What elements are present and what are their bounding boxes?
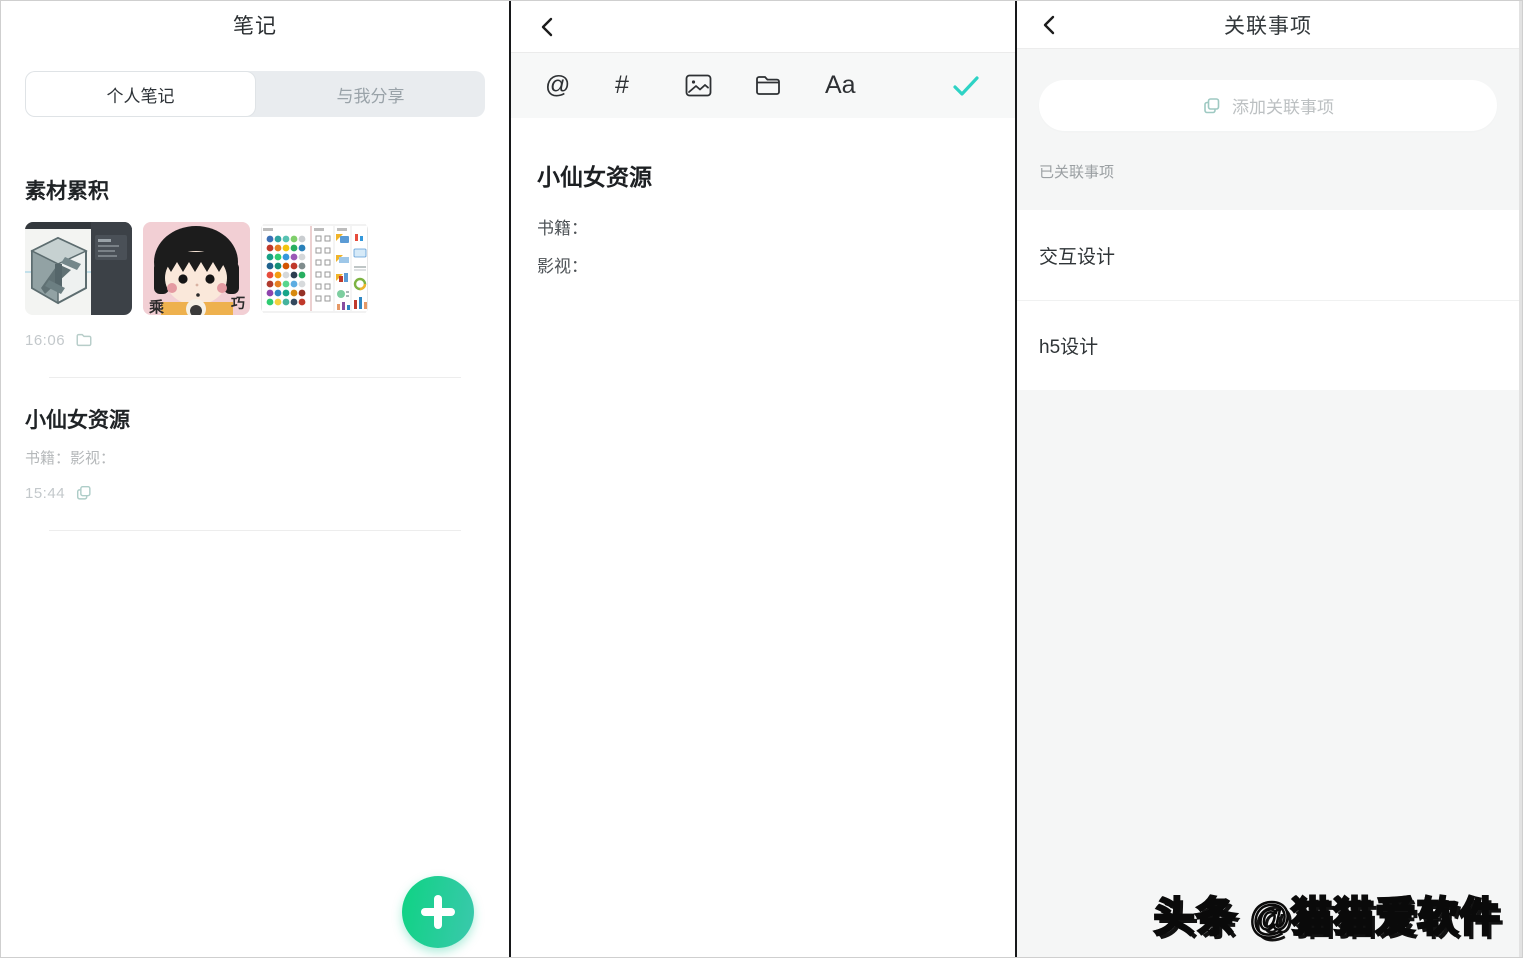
note-editor-panel: @ # Aa [511, 1, 1015, 957]
tab-shared-with-me-label: 与我分享 [337, 82, 405, 107]
notes-tab-bar: 个人笔记 与我分享 [25, 71, 485, 117]
tab-personal-notes[interactable]: 个人笔记 [25, 71, 256, 117]
related-title: 关联事项 [1017, 10, 1519, 40]
confirm-check-icon[interactable] [951, 74, 981, 98]
input-placeholder: 添加关联事项 [1232, 93, 1334, 118]
tab-shared-with-me[interactable]: 与我分享 [256, 71, 485, 117]
plus-icon [421, 895, 455, 929]
copy-icon [1202, 96, 1222, 116]
note-thumbnail-cartoon: 乘 巧 [143, 222, 250, 315]
mention-icon[interactable]: @ [545, 71, 615, 100]
hashtag-glyph: # [615, 71, 629, 100]
note-title: 素材累积 [25, 175, 485, 205]
add-related-item-input[interactable]: 添加关联事项 [1039, 80, 1497, 131]
related-item-label: 交互设计 [1039, 242, 1115, 269]
note-card-material[interactable]: 素材累积 [25, 175, 485, 378]
note-preview: 书籍：影视： [25, 447, 485, 468]
mention-glyph: @ [545, 71, 570, 100]
note-meta: 16:06 [25, 331, 485, 349]
related-nav-bar: 关联事项 [1017, 1, 1519, 49]
note-thumbnails: 乘 巧 [25, 222, 485, 315]
related-item-label: h5设计 [1039, 332, 1098, 359]
folder-icon [75, 331, 93, 349]
note-card-fairy[interactable]: 小仙女资源 书籍：影视： 15:44 [25, 404, 485, 531]
note-divider [49, 377, 461, 378]
editor-line-movies: 影视： [537, 252, 989, 277]
related-list: 交互设计 h5设计 [1017, 210, 1519, 390]
note-title: 小仙女资源 [25, 404, 485, 434]
back-icon[interactable] [1039, 10, 1069, 40]
text-format-glyph: Aa [825, 71, 856, 100]
app-screenshot: 笔记 个人笔记 与我分享 素材累积 [0, 0, 1523, 958]
related-section-label: 已关联事项 [1039, 161, 1497, 182]
editor-nav-bar [511, 1, 1015, 53]
page-title: 笔记 [233, 10, 277, 40]
editor-body[interactable]: 小仙女资源 书籍： 影视： [511, 118, 1015, 957]
hashtag-icon[interactable]: # [615, 71, 685, 100]
related-item-h5-design[interactable]: h5设计 [1017, 300, 1519, 390]
note-thumbnail-design-tool [25, 222, 132, 315]
back-icon[interactable] [537, 12, 567, 42]
related-item-interaction-design[interactable]: 交互设计 [1017, 210, 1519, 300]
svg-text:乘: 乘 [148, 298, 164, 315]
note-timestamp: 16:06 [25, 332, 65, 349]
watermark-text: 头条 @猫猫爱软件 [1154, 883, 1501, 943]
note-timestamp: 15:44 [25, 485, 65, 502]
tab-personal-notes-label: 个人笔记 [107, 82, 175, 107]
editor-line-books: 书籍： [537, 214, 989, 239]
note-thumbnail-icon-sheet [261, 222, 368, 315]
related-items-panel: 关联事项 添加关联事项 已关联事项 交互设计 h5设计 头条 @猫猫爱软件 [1017, 1, 1522, 957]
note-divider [49, 530, 461, 531]
editor-toolbar: @ # Aa [511, 53, 1015, 118]
image-icon[interactable] [685, 74, 755, 97]
folder-icon[interactable] [755, 75, 825, 96]
editor-note-title: 小仙女资源 [537, 158, 989, 192]
copy-icon [75, 484, 93, 502]
note-meta: 15:44 [25, 484, 485, 502]
svg-text:巧: 巧 [231, 295, 245, 311]
notes-list-panel: 笔记 个人笔记 与我分享 素材累积 [1, 1, 509, 957]
text-format-icon[interactable]: Aa [825, 71, 895, 100]
add-note-button[interactable] [402, 876, 474, 948]
notes-header: 笔记 [1, 1, 509, 49]
